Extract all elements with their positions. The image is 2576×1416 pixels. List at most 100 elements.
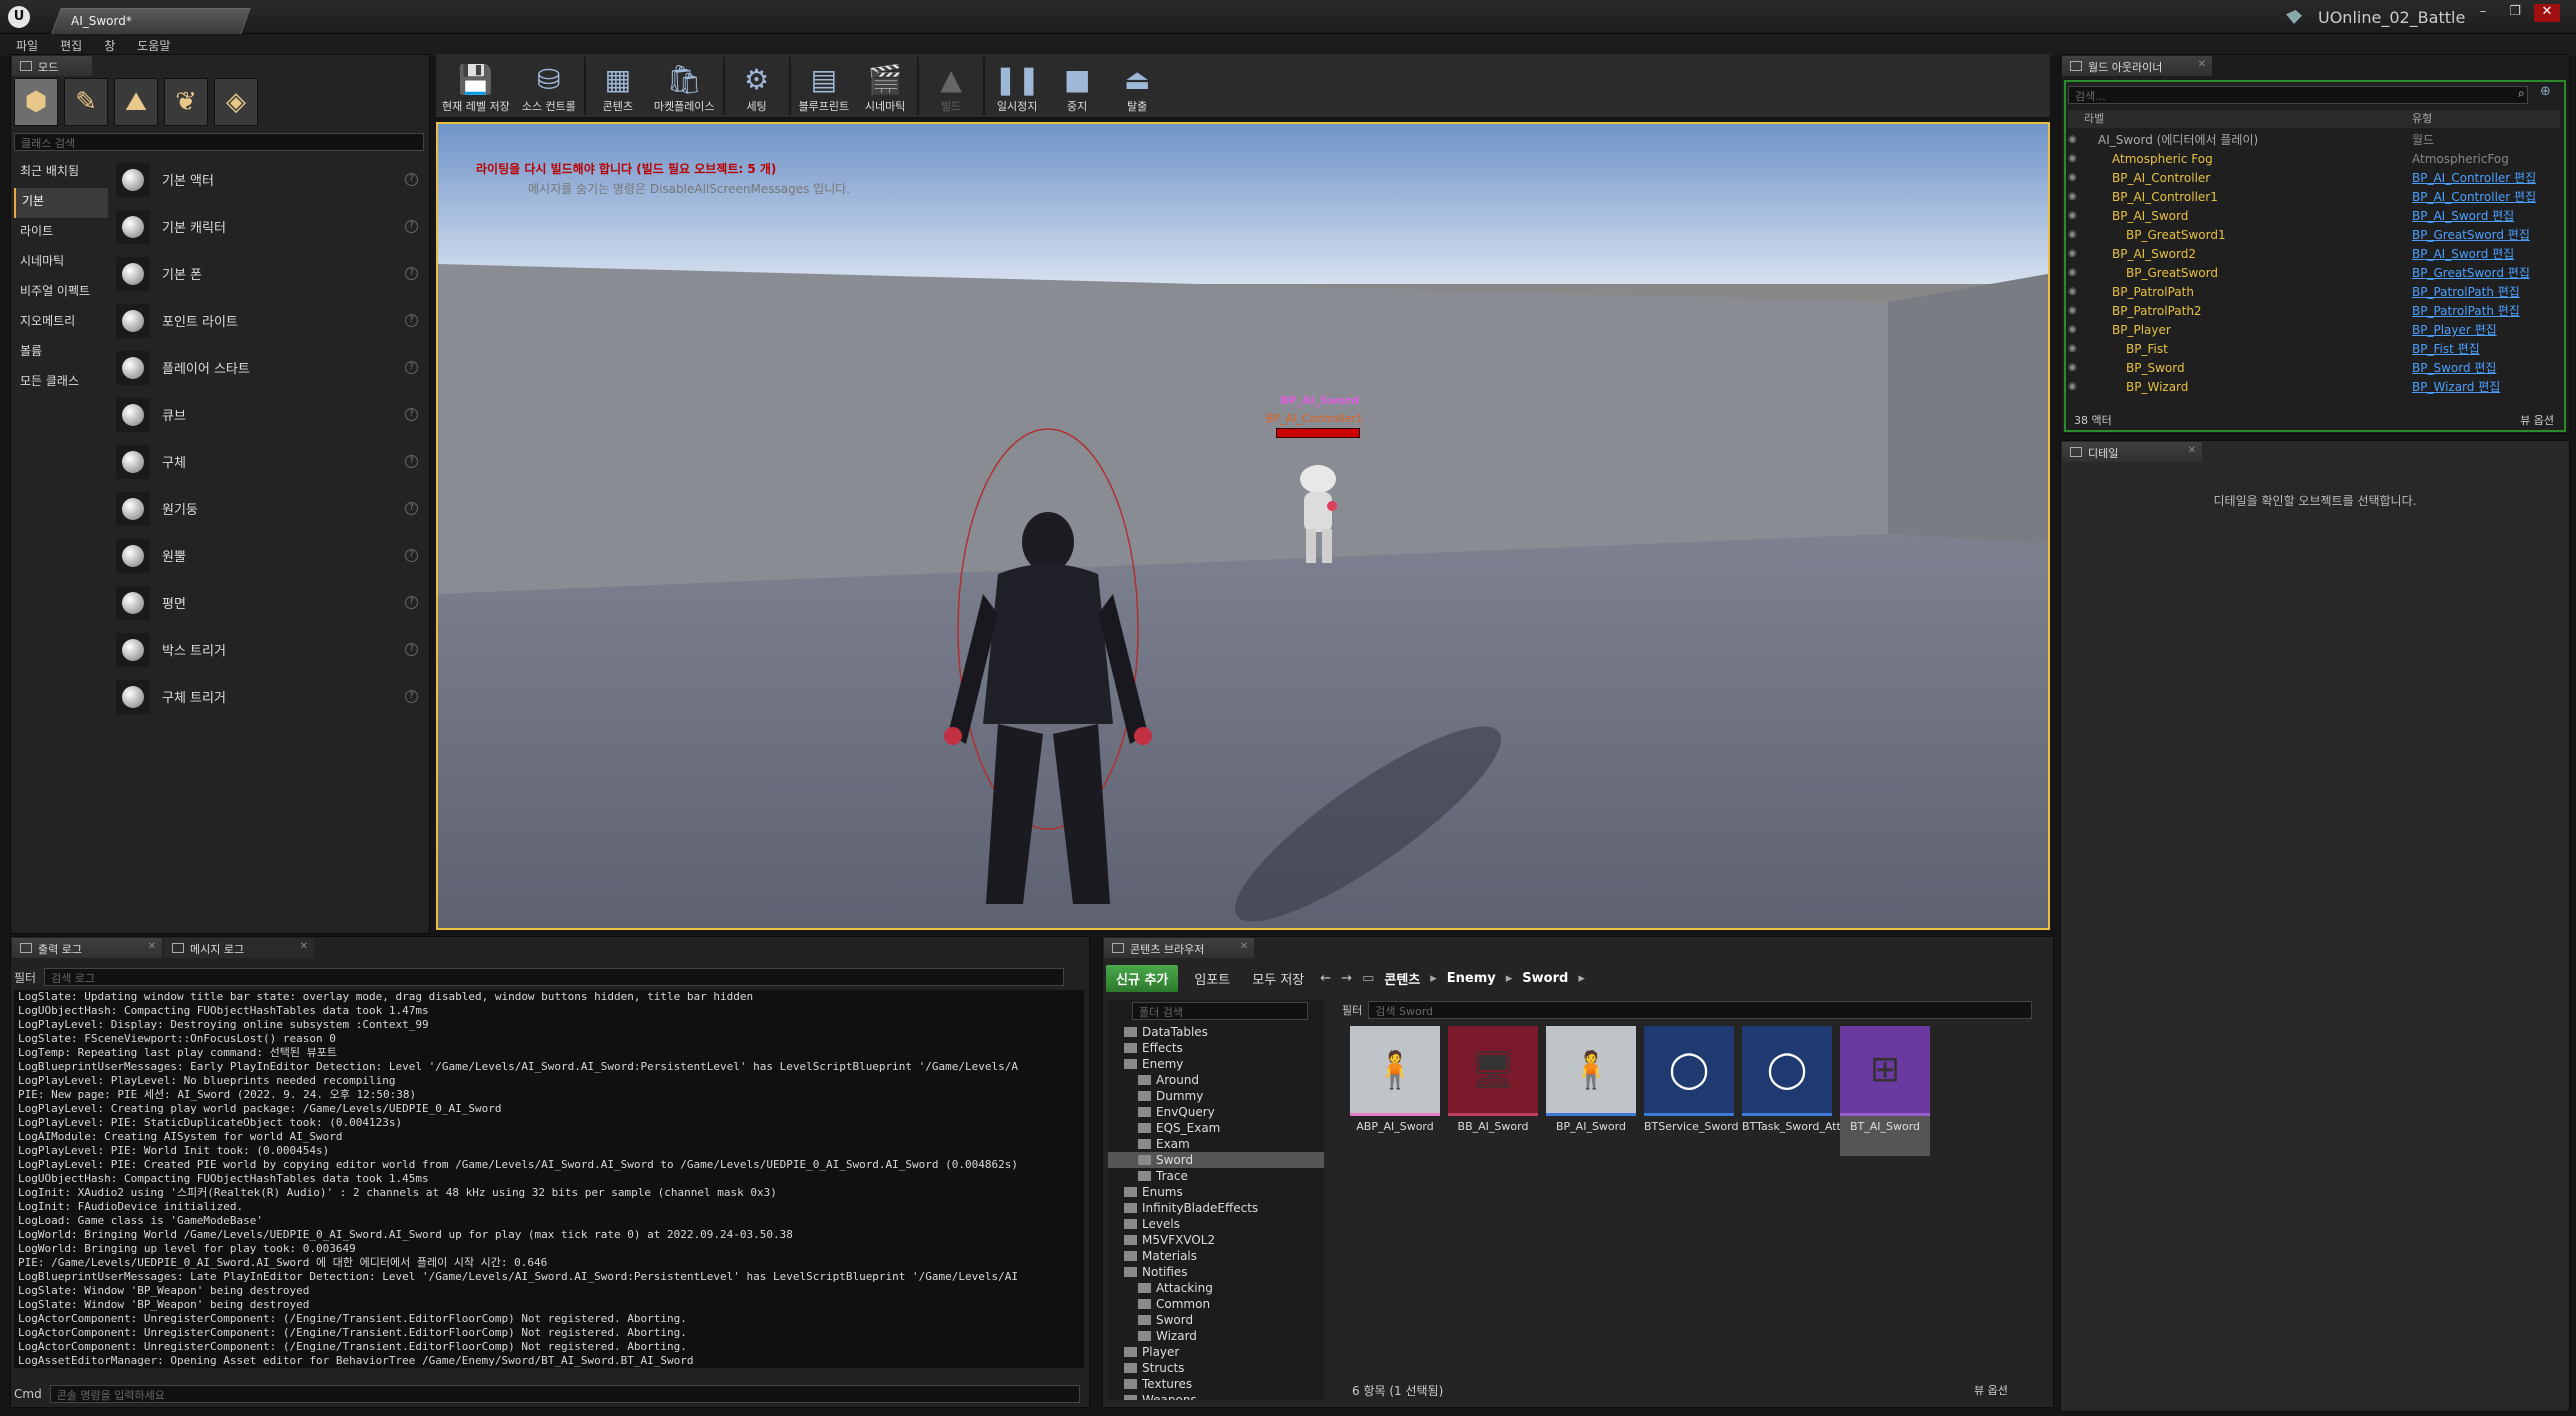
help-icon[interactable]: ? [405, 267, 418, 280]
edit-blueprint-link[interactable]: BP_Sword 편집 [2412, 359, 2496, 376]
asset-tile[interactable]: 🧍 BP_AI_Sword [1546, 1026, 1636, 1156]
folder-item[interactable]: Attacking [1108, 1280, 1324, 1296]
visibility-eye-icon[interactable]: ◉ [2068, 229, 2084, 240]
category-item[interactable]: 시네마틱 [14, 248, 108, 278]
category-item[interactable]: 최근 배치됨 [14, 158, 108, 188]
folder-item[interactable]: Dummy [1108, 1088, 1324, 1104]
outliner-view-options[interactable]: 뷰 옵션 [2520, 412, 2554, 430]
unreal-logo-icon[interactable]: U [8, 6, 30, 28]
visibility-eye-icon[interactable]: ◉ [2068, 248, 2084, 259]
toolbar-button[interactable]: ▲ 빌드 [921, 54, 981, 116]
console-type-button[interactable]: Cmd [14, 1387, 42, 1401]
tab-content-browser[interactable]: 콘텐츠 브라우저 ✕ [1104, 938, 1254, 958]
outliner-row[interactable]: ◉ Atmospheric Fog AtmosphericFog [2068, 149, 2550, 168]
level-document-tab[interactable]: AI_Sword* [51, 8, 251, 34]
placeable-item[interactable]: 기본 폰? [110, 250, 426, 297]
tab-world-outliner[interactable]: 월드 아웃라이너 ✕ [2062, 56, 2212, 76]
category-item[interactable]: 비주얼 이펙트 [14, 278, 108, 308]
save-all-button[interactable]: 모두 저장 [1246, 966, 1310, 991]
tab-output-log[interactable]: 출력 로그 ✕ [12, 938, 162, 958]
edit-blueprint-link[interactable]: BP_PatrolPath 편집 [2412, 302, 2520, 319]
edit-blueprint-link[interactable]: BP_GreatSword 편집 [2412, 226, 2530, 243]
toolbar-button[interactable]: ⛁ 소스 컨트롤 [516, 54, 582, 116]
toolbar-button[interactable]: ▤ 블루프린트 [793, 54, 856, 116]
placeable-item[interactable]: 구체 트리거? [110, 673, 426, 720]
placeable-item[interactable]: 포인트 라이트? [110, 297, 426, 344]
outliner-row[interactable]: ◉ BP_GreatSword1 BP_GreatSword 편집 [2068, 225, 2550, 244]
outliner-row[interactable]: ◉ BP_Wizard BP_Wizard 편집 [2068, 377, 2550, 396]
edit-blueprint-link[interactable]: BP_AI_Sword 편집 [2412, 207, 2514, 224]
placeable-item[interactable]: 플레이어 스타트? [110, 344, 426, 391]
folder-item[interactable]: EQS_Exam [1108, 1120, 1324, 1136]
folder-item[interactable]: Materials [1108, 1248, 1324, 1264]
help-icon[interactable]: ? [405, 314, 418, 327]
asset-filter-button[interactable]: 필터 [1342, 1002, 1362, 1018]
toolbar-button[interactable]: ▦ 콘텐츠 [588, 54, 648, 116]
paint-mode-icon[interactable]: ✎ [64, 78, 108, 126]
tab-modes[interactable]: 모드 [12, 56, 92, 76]
menu-help[interactable]: 도움말 [137, 37, 170, 54]
outliner-row[interactable]: ◉ BP_AI_Sword BP_AI_Sword 편집 [2068, 206, 2550, 225]
folder-item[interactable]: Effects [1108, 1040, 1324, 1056]
placeable-item[interactable]: 원뿔? [110, 532, 426, 579]
visibility-eye-icon[interactable]: ◉ [2068, 267, 2084, 278]
console-input[interactable]: 콘솔 명령을 입력하세요 [49, 1385, 1080, 1403]
outliner-row[interactable]: ◉ BP_Fist BP_Fist 편집 [2068, 339, 2550, 358]
folder-item[interactable]: Enemy [1108, 1056, 1324, 1072]
help-icon[interactable]: ? [405, 408, 418, 421]
placeable-item[interactable]: 원기둥? [110, 485, 426, 532]
edit-blueprint-link[interactable]: BP_Wizard 편집 [2412, 378, 2500, 395]
folder-item[interactable]: Sword [1108, 1312, 1324, 1328]
content-view-options[interactable]: 뷰 옵션 [1974, 1382, 2008, 1398]
folder-item[interactable]: Exam [1108, 1136, 1324, 1152]
menu-edit[interactable]: 편집 [60, 37, 82, 54]
category-item[interactable]: 모든 클래스 [14, 368, 108, 398]
outliner-row[interactable]: ◉ BP_GreatSword BP_GreatSword 편집 [2068, 263, 2550, 282]
visibility-eye-icon[interactable]: ◉ [2068, 343, 2084, 354]
breadcrumb-content[interactable]: 콘텐츠 [1384, 969, 1420, 988]
toolbar-button[interactable]: ❚❚ 일시정지 [987, 54, 1047, 116]
folder-item[interactable]: Player [1108, 1344, 1324, 1360]
help-icon[interactable]: ? [405, 502, 418, 515]
visibility-eye-icon[interactable]: ◉ [2068, 286, 2084, 297]
category-item[interactable]: 기본 [14, 188, 108, 218]
asset-tile[interactable]: ◯ BTTask_Sword_Attack [1742, 1026, 1860, 1156]
asset-tile[interactable]: 🖥 BB_AI_Sword [1448, 1026, 1538, 1156]
outliner-row[interactable]: ◉ BP_AI_Controller BP_AI_Controller 편집 [2068, 168, 2550, 187]
placeable-item[interactable]: 박스 트리거? [110, 626, 426, 673]
tab-message-log[interactable]: 메시지 로그 ✕ [164, 938, 314, 958]
add-new-button[interactable]: 신규 추가 [1106, 964, 1179, 992]
folder-search-input[interactable]: 폴더 검색 [1132, 1002, 1308, 1020]
folder-item[interactable]: Around [1108, 1072, 1324, 1088]
placeable-item[interactable]: 기본 캐릭터? [110, 203, 426, 250]
class-search-input[interactable]: 클래스 검색 [14, 133, 424, 151]
placeable-item[interactable]: 큐브? [110, 391, 426, 438]
visibility-eye-icon[interactable]: ◉ [2068, 191, 2084, 202]
log-search-input[interactable]: 검색 로그 [44, 968, 1065, 986]
folder-item[interactable]: M5VFXVOL2 [1108, 1232, 1324, 1248]
visibility-eye-icon[interactable]: ◉ [2068, 305, 2084, 316]
toolbar-button[interactable]: ■ 중지 [1047, 54, 1107, 116]
outliner-row[interactable]: ◉ BP_Sword BP_Sword 편집 [2068, 358, 2550, 377]
help-icon[interactable]: ? [405, 361, 418, 374]
toolbar-button[interactable]: ⏏ 탈출 [1107, 54, 1167, 116]
category-item[interactable]: 지오메트리 [14, 308, 108, 338]
import-button[interactable]: 임포트 [1188, 966, 1236, 991]
asset-tile[interactable]: ⊞ BT_AI_Sword [1840, 1026, 1930, 1156]
toolbar-button[interactable]: 🛍 마켓플레이스 [648, 54, 721, 116]
visibility-eye-icon[interactable]: ◉ [2068, 381, 2084, 392]
category-item[interactable]: 라이트 [14, 218, 108, 248]
edit-blueprint-link[interactable]: BP_Fist 편집 [2412, 340, 2480, 357]
outliner-row[interactable]: ◉ BP_Player BP_Player 편집 [2068, 320, 2550, 339]
edit-blueprint-link[interactable]: BP_GreatSword 편집 [2412, 264, 2530, 281]
edit-blueprint-link[interactable]: BP_AI_Controller 편집 [2412, 188, 2536, 205]
folder-item[interactable]: Weapons [1108, 1392, 1324, 1400]
help-icon[interactable]: ? [405, 455, 418, 468]
placeable-item[interactable]: 기본 액터? [110, 156, 426, 203]
folder-item[interactable]: InfinityBladeEffects [1108, 1200, 1324, 1216]
log-filter-button[interactable]: 필터 [14, 969, 36, 986]
visibility-eye-icon[interactable]: ◉ [2068, 153, 2084, 164]
place-mode-icon[interactable]: ⬢ [14, 78, 58, 126]
toolbar-button[interactable]: ⚙ 세팅 [727, 54, 787, 116]
label-column-header[interactable]: 라벨 [2068, 110, 2412, 128]
